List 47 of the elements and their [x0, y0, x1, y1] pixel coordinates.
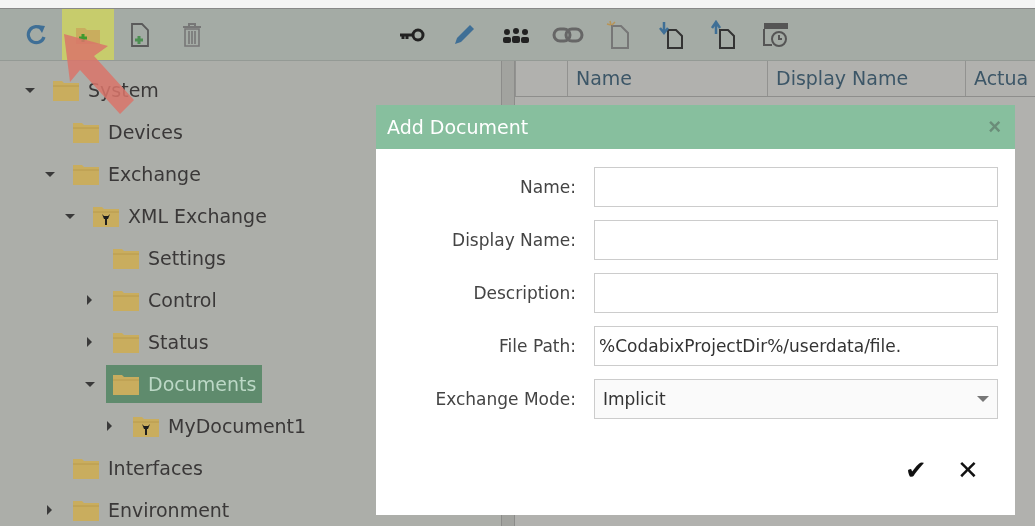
link-icon	[552, 25, 584, 44]
column-header[interactable]: Display Name	[767, 61, 965, 96]
tree-item[interactable]: Exchange	[66, 155, 207, 193]
caret-icon	[977, 395, 989, 403]
refresh-icon	[25, 22, 47, 47]
folder-icon	[112, 246, 140, 270]
folder-icon	[72, 120, 100, 144]
tree-item[interactable]: Status	[106, 323, 215, 361]
folder-icon	[112, 330, 140, 354]
calendar-clock-icon	[762, 20, 790, 49]
trash-icon	[181, 21, 203, 48]
tree-item[interactable]: Devices	[66, 113, 189, 151]
field-label: Description:	[472, 283, 577, 303]
folder-wrench-icon	[92, 204, 120, 228]
folder-icon	[112, 372, 140, 396]
key-icon	[399, 27, 425, 42]
tree-item[interactable]: Interfaces	[66, 449, 209, 487]
dropdown-field[interactable]: Implicit	[594, 379, 998, 419]
tree-item[interactable]: Settings	[106, 239, 232, 277]
tree-item[interactable]: System	[46, 71, 165, 109]
document-down-arrow-icon	[658, 19, 686, 50]
cancel-button[interactable]: ✕	[957, 455, 979, 486]
field-label: File Path:	[498, 336, 577, 356]
users-icon	[502, 25, 530, 44]
file-plus-icon	[129, 21, 151, 48]
tree-item[interactable]: Environment	[66, 491, 236, 526]
field-label: Exchange Mode:	[434, 389, 577, 409]
folder-wrench-icon	[132, 414, 160, 438]
dialog-title: Add Document	[387, 116, 529, 138]
column-header[interactable]: Actua	[965, 61, 1035, 96]
folder-icon	[112, 288, 140, 312]
folder-icon	[72, 498, 100, 522]
input-field[interactable]	[594, 167, 998, 207]
field-label: Name:	[519, 177, 577, 197]
field-label: Display Name:	[451, 230, 577, 250]
tree-item[interactable]: MyDocument1	[126, 407, 313, 445]
folder-icon	[72, 456, 100, 480]
tree-item[interactable]: XML Exchange	[86, 197, 273, 235]
confirm-button[interactable]: ✔	[905, 455, 927, 486]
folder-icon	[52, 78, 80, 102]
folder-icon	[72, 162, 100, 186]
tree-item[interactable]: Control	[106, 281, 223, 319]
column-header[interactable]: Name	[567, 61, 767, 96]
document-up-arrow-icon	[710, 19, 738, 50]
input-field[interactable]	[594, 220, 998, 260]
input-field[interactable]	[594, 273, 998, 313]
input-field[interactable]: %CodabixProjectDir%/userdata/file.	[594, 326, 998, 366]
